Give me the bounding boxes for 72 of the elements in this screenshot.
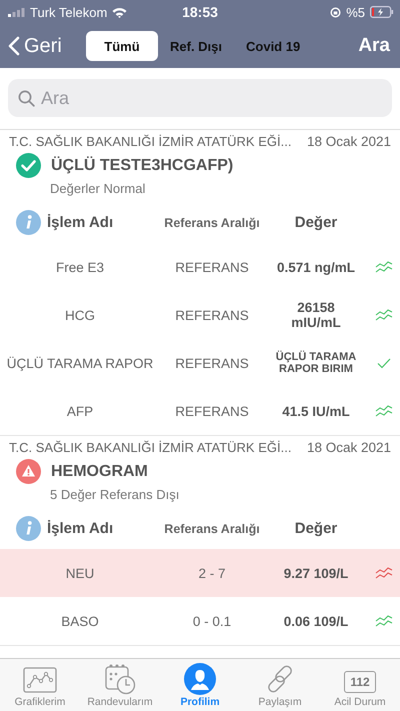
warning-circle-icon [16,459,41,484]
column-header: Değer [294,520,338,537]
column-header: İşlem Adı [47,214,114,231]
result-row[interactable]: NEU 2 - 7 9.27 109/L [0,549,400,597]
back-button[interactable]: Geri [8,34,86,58]
rotation-lock-icon [330,6,342,18]
trend-chart-icon [375,567,393,579]
result-summary: 5 Değer Referans Dışı [49,486,180,502]
filter-tab[interactable]: Tümü [86,31,158,61]
calendar-clock-icon [103,663,137,695]
tab-bar-item[interactable]: Paylaşım [240,659,320,711]
reference-range: 0 - 0.1 [192,614,232,628]
battery-percent: %5 [346,4,365,20]
clock-time: 18:53 [182,4,218,20]
result-row[interactable]: ÜÇLÜ TARAMA RAPOR REFERANS ÜÇLÜ TARAMA RAPOR BIRIM [0,339,400,387]
column-header: İşlem Adı [47,520,114,537]
hospital-name: T.C. SAĞLIK BAKANLIĞI İZMİR ATATÜRK EĞİ... [9,440,292,455]
test-value: 41.5 IU/mL [281,404,351,418]
test-value: ÜÇLÜ TARAMA RAPOR BIRIM [274,351,358,375]
reference-range: REFERANS [174,308,250,322]
info-icon [16,210,41,235]
checkmark-circle-icon [16,153,41,178]
test-title: ÜÇLÜ TESTE3HCGAFP) [51,156,234,174]
trend-chart-icon [375,309,393,321]
reference-range: REFERANS [174,356,250,370]
checkmark-icon [377,358,391,368]
result-row[interactable]: AFP REFERANS 41.5 IU/mL [0,387,400,435]
result-date: 18 Ocak 2021 [306,440,391,455]
test-name: ÜÇLÜ TARAMA RAPOR [6,356,154,370]
filter-tab[interactable]: Ref. Dışı [158,31,234,61]
test-value: 0.06 109/L [282,614,350,628]
test-title: HEMOGRAM [51,462,148,480]
test-name: BASO [60,614,100,628]
search-icon [18,90,35,107]
column-header: Değer [294,214,338,231]
reference-range: REFERANS [174,260,250,274]
test-name: HCG [64,308,96,322]
result-row[interactable]: HCG REFERANS 26158 mIU/mL [0,291,400,339]
result-row[interactable]: Free E3 REFERANS 0.571 ng/mL [0,243,400,291]
search-action-button[interactable]: Ara [358,35,390,57]
chevron-left-icon [8,36,20,56]
trend-chart-icon [375,615,393,627]
tab-bar-item[interactable]: Profilim [160,659,240,711]
tab-bar-item[interactable]: Grafiklerim [0,659,80,711]
wifi-icon [112,6,128,18]
test-name: NEU [64,566,96,580]
column-header: Referans Aralığı [163,522,261,536]
tab-bar-item[interactable]: 112 Acil Durum [320,659,400,711]
filter-tab[interactable]: Covid 19 [234,31,312,61]
trend-chart-icon [375,261,393,273]
column-header: Referans Aralığı [163,216,261,230]
test-name: Free E3 [54,260,106,274]
result-date: 18 Ocak 2021 [306,134,391,149]
result-summary: Değerler Normal [49,180,146,196]
carrier-name: Turk Telekom [30,4,108,20]
result-row[interactable]: BASO 0 - 0.1 0.06 109/L [0,597,400,645]
reference-range: REFERANS [174,404,250,418]
reference-range: 2 - 7 [197,566,226,580]
test-value: 0.571 ng/mL [276,260,356,274]
signal-icon [8,8,25,16]
test-value: 26158 mIU/mL [290,300,342,330]
line-chart-icon [23,665,57,695]
test-name: AFP [66,404,94,418]
test-value: 9.27 109/L [282,566,350,580]
trend-chart-icon [375,405,393,417]
hospital-name: T.C. SAĞLIK BAKANLIĞI İZMİR ATATÜRK EĞİ... [9,134,292,149]
search-field[interactable]: Ara [8,79,392,117]
battery-icon [370,6,394,18]
info-icon [16,516,41,541]
person-icon [184,663,216,695]
tab-bar-item[interactable]: Randevularım [80,659,160,711]
emergency-number-icon: 112 [344,671,376,693]
